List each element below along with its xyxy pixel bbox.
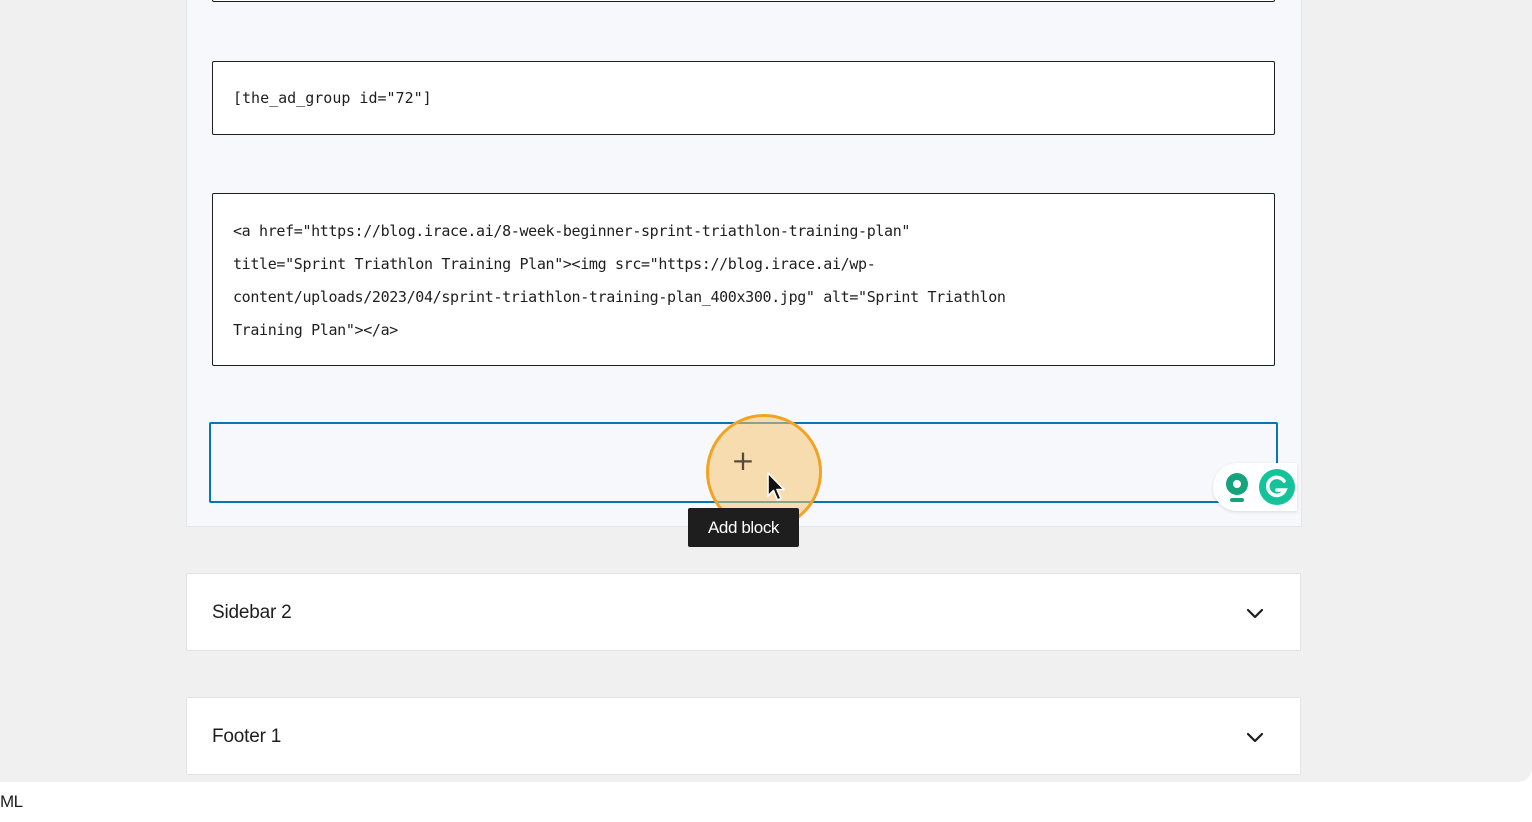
status-bar-text: ML bbox=[0, 792, 23, 811]
custom-html-block[interactable]: <a href="https://blog.irace.ai/8-week-be… bbox=[212, 193, 1275, 366]
previous-block[interactable] bbox=[212, 0, 1275, 2]
chevron-down-icon[interactable] bbox=[1243, 604, 1267, 624]
widget-area-sidebar-2[interactable]: Sidebar 2 bbox=[186, 573, 1301, 651]
plus-icon: + bbox=[731, 444, 755, 477]
add-block-button[interactable]: + bbox=[728, 447, 758, 477]
mouse-cursor-icon bbox=[767, 472, 785, 501]
chevron-down-icon[interactable] bbox=[1243, 728, 1267, 748]
widget-area-title: Footer 1 bbox=[212, 726, 282, 747]
lightbulb-extension-icon[interactable] bbox=[1222, 471, 1252, 505]
widget-area-title: Sidebar 2 bbox=[212, 602, 292, 623]
shortcode-block[interactable]: [the_ad_group id="72"] bbox=[212, 61, 1275, 135]
widget-area-footer-1[interactable]: Footer 1 bbox=[186, 697, 1301, 775]
add-block-tooltip: Add block bbox=[688, 508, 799, 547]
grammarly-icon[interactable] bbox=[1258, 468, 1296, 506]
